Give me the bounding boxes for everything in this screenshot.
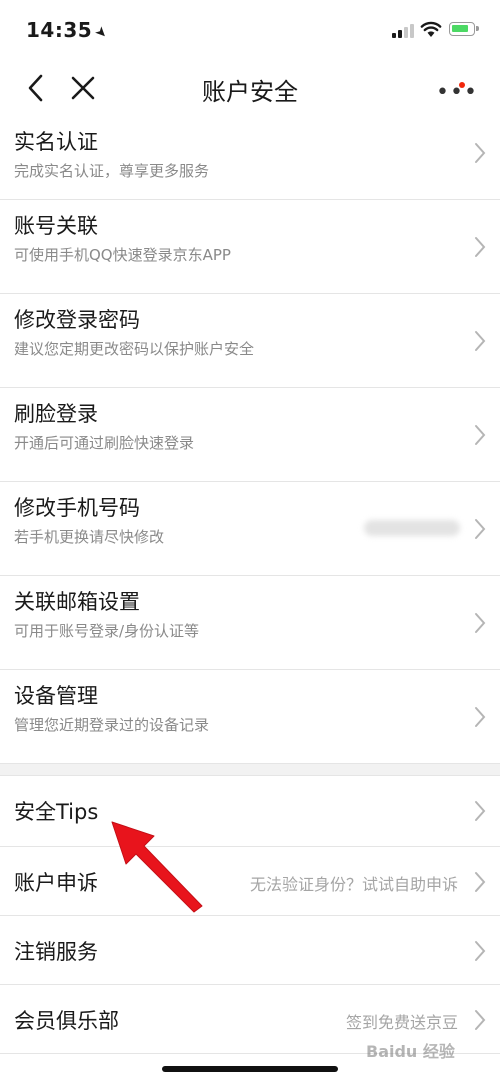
page-title: 账户安全: [202, 78, 298, 106]
item-title: 账号关联: [14, 214, 98, 238]
item-title: 关联邮箱设置: [14, 590, 140, 614]
chevron-right-icon: [475, 801, 486, 821]
item-title: 修改手机号码: [14, 496, 140, 520]
signal-icon: [392, 22, 416, 38]
list-item-face-login[interactable]: 刷脸登录 开通后可通过刷脸快速登录: [0, 388, 500, 482]
chevron-right-icon: [475, 872, 486, 892]
blurred-phone-number: [364, 520, 460, 536]
list-item-account-link[interactable]: 账号关联 可使用手机QQ快速登录京东APP: [0, 200, 500, 294]
item-subtitle: 完成实名认证，尊享更多服务: [14, 162, 210, 180]
list-item-real-name[interactable]: 实名认证 完成实名认证，尊享更多服务: [0, 116, 500, 200]
chevron-right-icon: [475, 237, 486, 257]
item-subtitle: 开通后可通过刷脸快速登录: [14, 434, 195, 452]
list-item-security-tips[interactable]: 安全Tips: [0, 776, 500, 847]
chevron-right-icon: [475, 331, 486, 351]
more-icon: •••: [436, 80, 478, 105]
item-title: 账户申诉: [14, 871, 98, 895]
chevron-right-icon: [475, 613, 486, 633]
item-subtitle: 建议您定期更改密码以保护账户安全: [14, 340, 255, 358]
item-subtitle: 可使用手机QQ快速登录京东APP: [14, 246, 231, 264]
watermark-logo: Baidu 经验: [366, 1042, 455, 1061]
item-subtitle: 管理您近期登录过的设备记录: [14, 716, 210, 734]
item-title: 设备管理: [14, 684, 98, 708]
list-item-device-management[interactable]: 设备管理 管理您近期登录过的设备记录: [0, 670, 500, 764]
notification-dot: [459, 82, 465, 88]
list-item-change-phone[interactable]: 修改手机号码 若手机更换请尽快修改: [0, 482, 500, 576]
wifi-icon: [420, 21, 442, 37]
chevron-right-icon: [475, 425, 486, 445]
item-subtitle: 若手机更换请尽快修改: [14, 528, 165, 546]
chevron-right-icon: [475, 143, 486, 163]
location-icon: ➤: [91, 23, 112, 43]
battery-icon: [449, 22, 479, 36]
more-menu-button[interactable]: •••: [434, 82, 477, 104]
item-title: 实名认证: [14, 130, 98, 154]
status-bar: 14:35➤: [0, 0, 500, 60]
item-title: 安全Tips: [14, 800, 99, 824]
chevron-right-icon: [475, 941, 486, 961]
list-item-email-settings[interactable]: 关联邮箱设置 可用于账号登录/身份认证等: [0, 576, 500, 670]
list-item-cancel-service[interactable]: 注销服务: [0, 916, 500, 985]
settings-list: 实名认证 完成实名认证，尊享更多服务 账号关联 可使用手机QQ快速登录京东APP…: [0, 116, 500, 1054]
item-title: 会员俱乐部: [14, 1009, 119, 1033]
item-hint: 无法验证身份？试试自助申诉: [249, 875, 458, 894]
item-hint: 签到免费送京豆: [345, 1013, 458, 1032]
item-title: 修改登录密码: [14, 308, 140, 332]
list-item-account-appeal[interactable]: 账户申诉 无法验证身份？试试自助申诉: [0, 847, 500, 916]
section-divider: [0, 764, 500, 776]
item-title: 注销服务: [14, 940, 98, 964]
chevron-right-icon: [475, 519, 486, 539]
time-text: 14:35: [26, 18, 93, 42]
chevron-right-icon: [475, 1010, 486, 1030]
status-time: 14:35➤: [26, 18, 111, 43]
nav-bar: 账户安全 •••: [0, 60, 500, 116]
annotation-arrow-icon: [111, 821, 203, 913]
home-indicator[interactable]: [162, 1066, 338, 1072]
item-subtitle: 可用于账号登录/身份认证等: [14, 622, 200, 640]
item-title: 刷脸登录: [14, 402, 98, 426]
list-item-change-password[interactable]: 修改登录密码 建议您定期更改密码以保护账户安全: [0, 294, 500, 388]
chevron-right-icon: [475, 707, 486, 727]
